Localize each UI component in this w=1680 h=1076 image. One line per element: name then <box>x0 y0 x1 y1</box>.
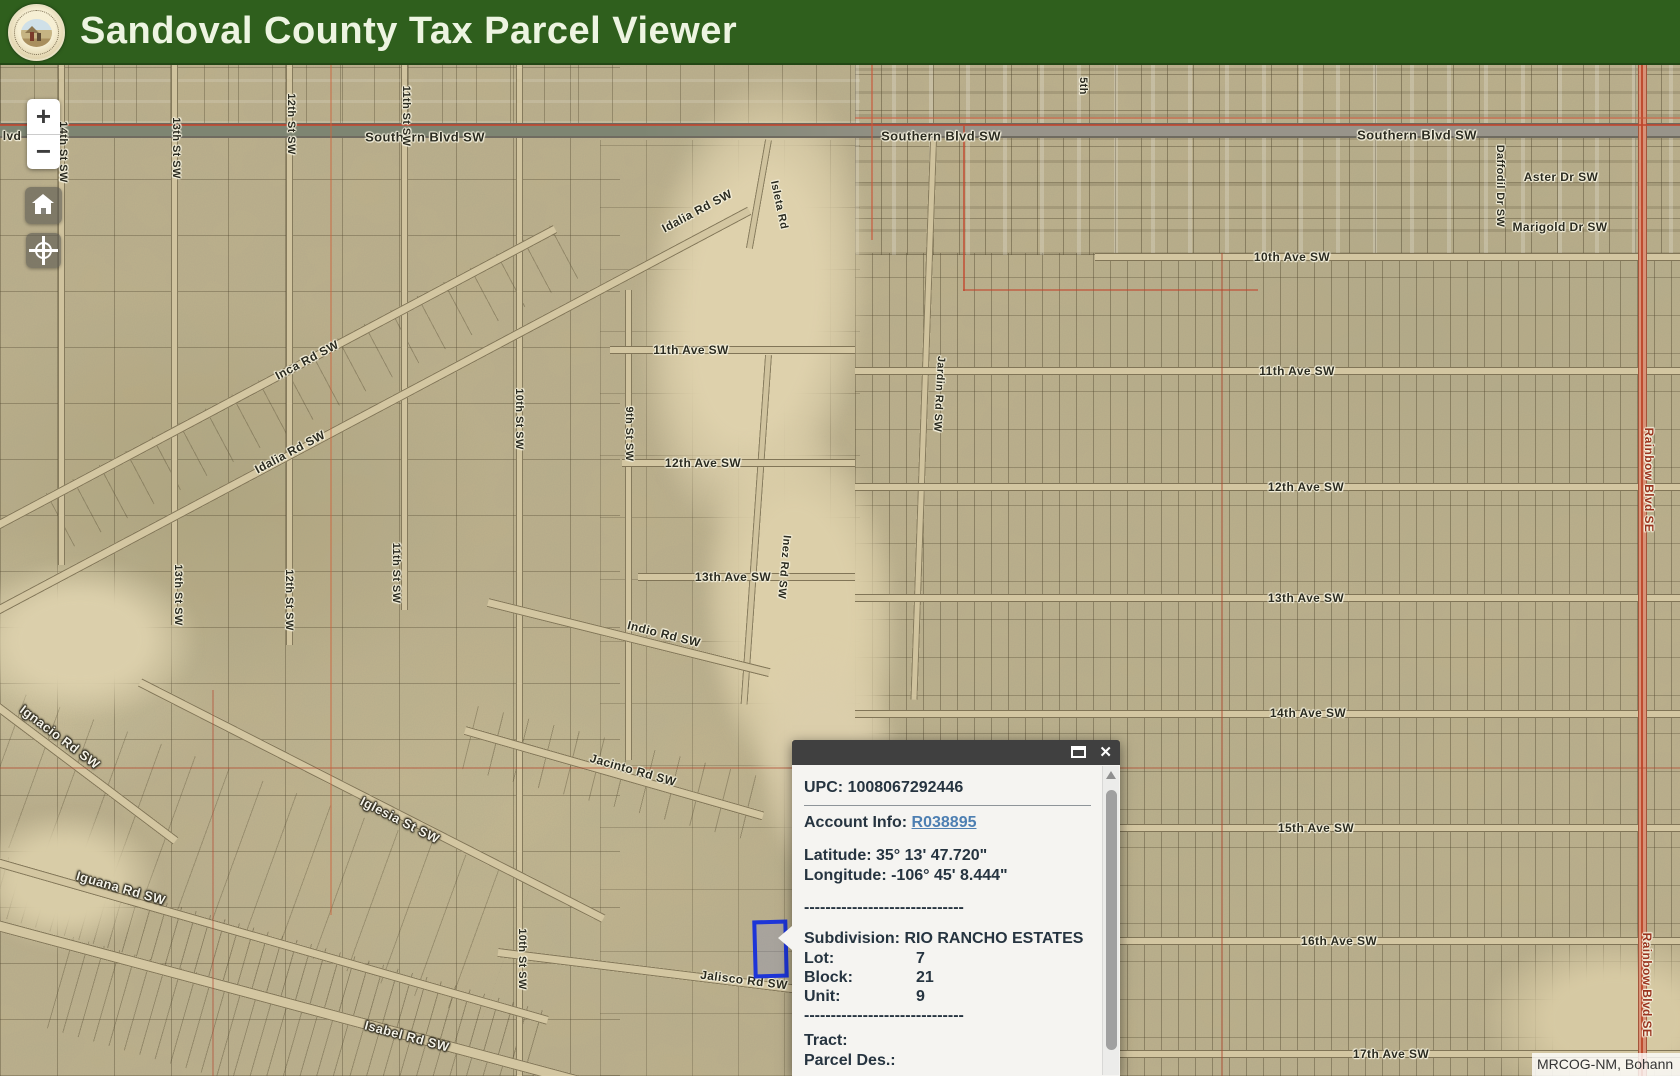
boundary-line <box>963 126 965 291</box>
zoom-in-button[interactable]: + <box>27 99 60 134</box>
map-attribution: MRCOG-NM, Bohann <box>1532 1053 1680 1076</box>
spacer <box>804 833 1108 846</box>
boundary-line <box>330 65 332 915</box>
close-icon[interactable]: ✕ <box>1099 742 1112 763</box>
app-header: Sandoval County Tax Parcel Viewer <box>0 0 1680 65</box>
latitude-row: Latitude: 35° 13' 47.720" <box>804 846 1108 866</box>
county-seal-logo <box>8 4 65 61</box>
account-link[interactable]: R038895 <box>912 814 977 831</box>
account-row: Account Info: R038895 <box>804 813 1108 833</box>
boundary-line <box>212 690 214 1076</box>
road <box>286 65 293 645</box>
latitude-value: 35° 13' 47.720" <box>876 847 987 864</box>
maximize-icon[interactable] <box>1071 746 1086 758</box>
popup-body: UPC: 1008067292446 Account Info: R038895… <box>792 765 1120 1076</box>
home-extent-button[interactable] <box>25 187 62 224</box>
zoom-control: + − <box>27 99 60 169</box>
longitude-row: Longitude: -106° 45' 8.444" <box>804 866 1108 886</box>
boundary-line <box>963 289 1258 291</box>
dashed-separator: ------------------------------ <box>804 898 1108 917</box>
lot-label: Lot: <box>804 949 916 968</box>
seal-scene <box>21 19 52 47</box>
unit-row: Unit:9 <box>804 987 1108 1006</box>
account-label: Account Info: <box>804 814 907 831</box>
parcel-des-row: Parcel Des.: <box>804 1051 1108 1071</box>
road <box>855 367 1680 375</box>
parcel-grid-topright <box>855 65 1680 255</box>
subdivision-row: Subdivision: RIO RANCHO ESTATES <box>804 929 1108 949</box>
boundary-line <box>871 65 873 240</box>
tract-row: Tract: <box>804 1031 1108 1051</box>
road <box>516 65 523 1076</box>
road <box>855 483 1680 491</box>
scroll-thumb[interactable] <box>1106 790 1117 1050</box>
road <box>1095 253 1680 261</box>
subdivision-label: Subdivision: <box>804 930 900 947</box>
road <box>855 594 1680 602</box>
block-label: Block: <box>804 968 916 987</box>
upc-label: UPC: <box>804 779 843 796</box>
popup-scrollbar[interactable] <box>1102 766 1119 1075</box>
boundary-line <box>0 124 1680 126</box>
parcel-info-popup: ✕ UPC: 1008067292446 Account Info: R0388… <box>792 740 1120 1076</box>
my-location-button[interactable] <box>26 233 61 268</box>
latitude-label: Latitude: <box>804 847 872 864</box>
spacer <box>804 917 1108 929</box>
unit-value: 9 <box>916 988 925 1005</box>
dashed-separator: ------------------------------ <box>804 1006 1108 1025</box>
unit-label: Unit: <box>804 987 916 1006</box>
divider <box>804 805 1091 806</box>
longitude-label: Longitude: <box>804 867 887 884</box>
road <box>625 290 632 760</box>
spacer <box>804 886 1108 898</box>
zoom-out-button[interactable]: − <box>27 134 60 168</box>
subdivision-value: RIO RANCHO ESTATES <box>904 930 1083 947</box>
boundary-line <box>1221 253 1223 1076</box>
locate-icon <box>35 242 52 259</box>
popup-titlebar[interactable]: ✕ <box>792 740 1120 765</box>
longitude-value: -106° 45' 8.444" <box>891 867 1008 884</box>
seal-figure <box>37 33 41 41</box>
boundary-line <box>855 117 1680 119</box>
lot-value: 7 <box>916 950 925 967</box>
road <box>610 346 855 354</box>
upc-row: UPC: 1008067292446 <box>804 778 1108 798</box>
road <box>855 710 1680 718</box>
road <box>622 459 855 467</box>
road <box>638 573 855 581</box>
scroll-up-arrow[interactable] <box>1106 771 1116 779</box>
block-row: Block:21 <box>804 968 1108 987</box>
road-rainbow-centerline <box>1641 65 1643 1076</box>
road <box>401 65 408 610</box>
road <box>171 65 178 625</box>
popup-pointer <box>778 926 792 950</box>
block-value: 21 <box>916 969 934 986</box>
home-icon-door <box>41 208 46 214</box>
page-title: Sandoval County Tax Parcel Viewer <box>80 10 737 53</box>
lot-row: Lot:7 <box>804 949 1108 968</box>
seal-figure <box>30 32 34 41</box>
upc-value: 1008067292446 <box>848 779 964 796</box>
